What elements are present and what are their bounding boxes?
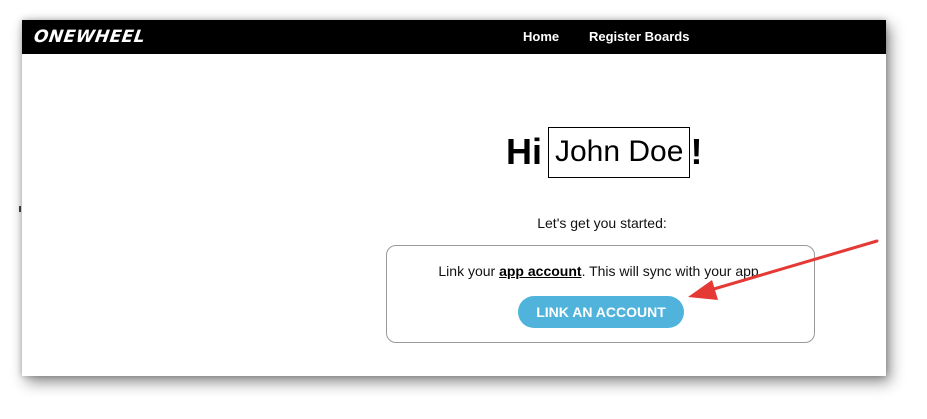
app-account-link[interactable]: app account (499, 263, 581, 279)
link-account-card: Link your app account. This will sync wi… (386, 245, 815, 343)
edge-mark (19, 206, 21, 212)
greeting-user-name: John Doe (548, 126, 691, 178)
link-account-button[interactable]: LINK AN ACCOUNT (518, 296, 684, 328)
link-account-description: Link your app account. This will sync wi… (387, 263, 814, 279)
getting-started-subtitle: Let's get you started: (537, 215, 667, 231)
description-text-after: . This will sync with your app. (581, 263, 763, 279)
screenshot-stage: ONEWHEEL Home Register Boards Hi John Do… (0, 0, 927, 419)
top-navbar: ONEWHEEL Home Register Boards (22, 20, 886, 54)
nav-link-register-boards[interactable]: Register Boards (589, 29, 689, 45)
greeting-suffix: ! (690, 131, 703, 172)
onewheel-logo[interactable]: ONEWHEEL (32, 26, 147, 48)
description-text-before: Link your (438, 263, 500, 279)
greeting-prefix: Hi (506, 131, 542, 172)
browser-page: ONEWHEEL Home Register Boards Hi John Do… (22, 20, 886, 376)
nav-link-home[interactable]: Home (523, 29, 559, 45)
greeting-heading: Hi John Doe ! (506, 126, 702, 178)
